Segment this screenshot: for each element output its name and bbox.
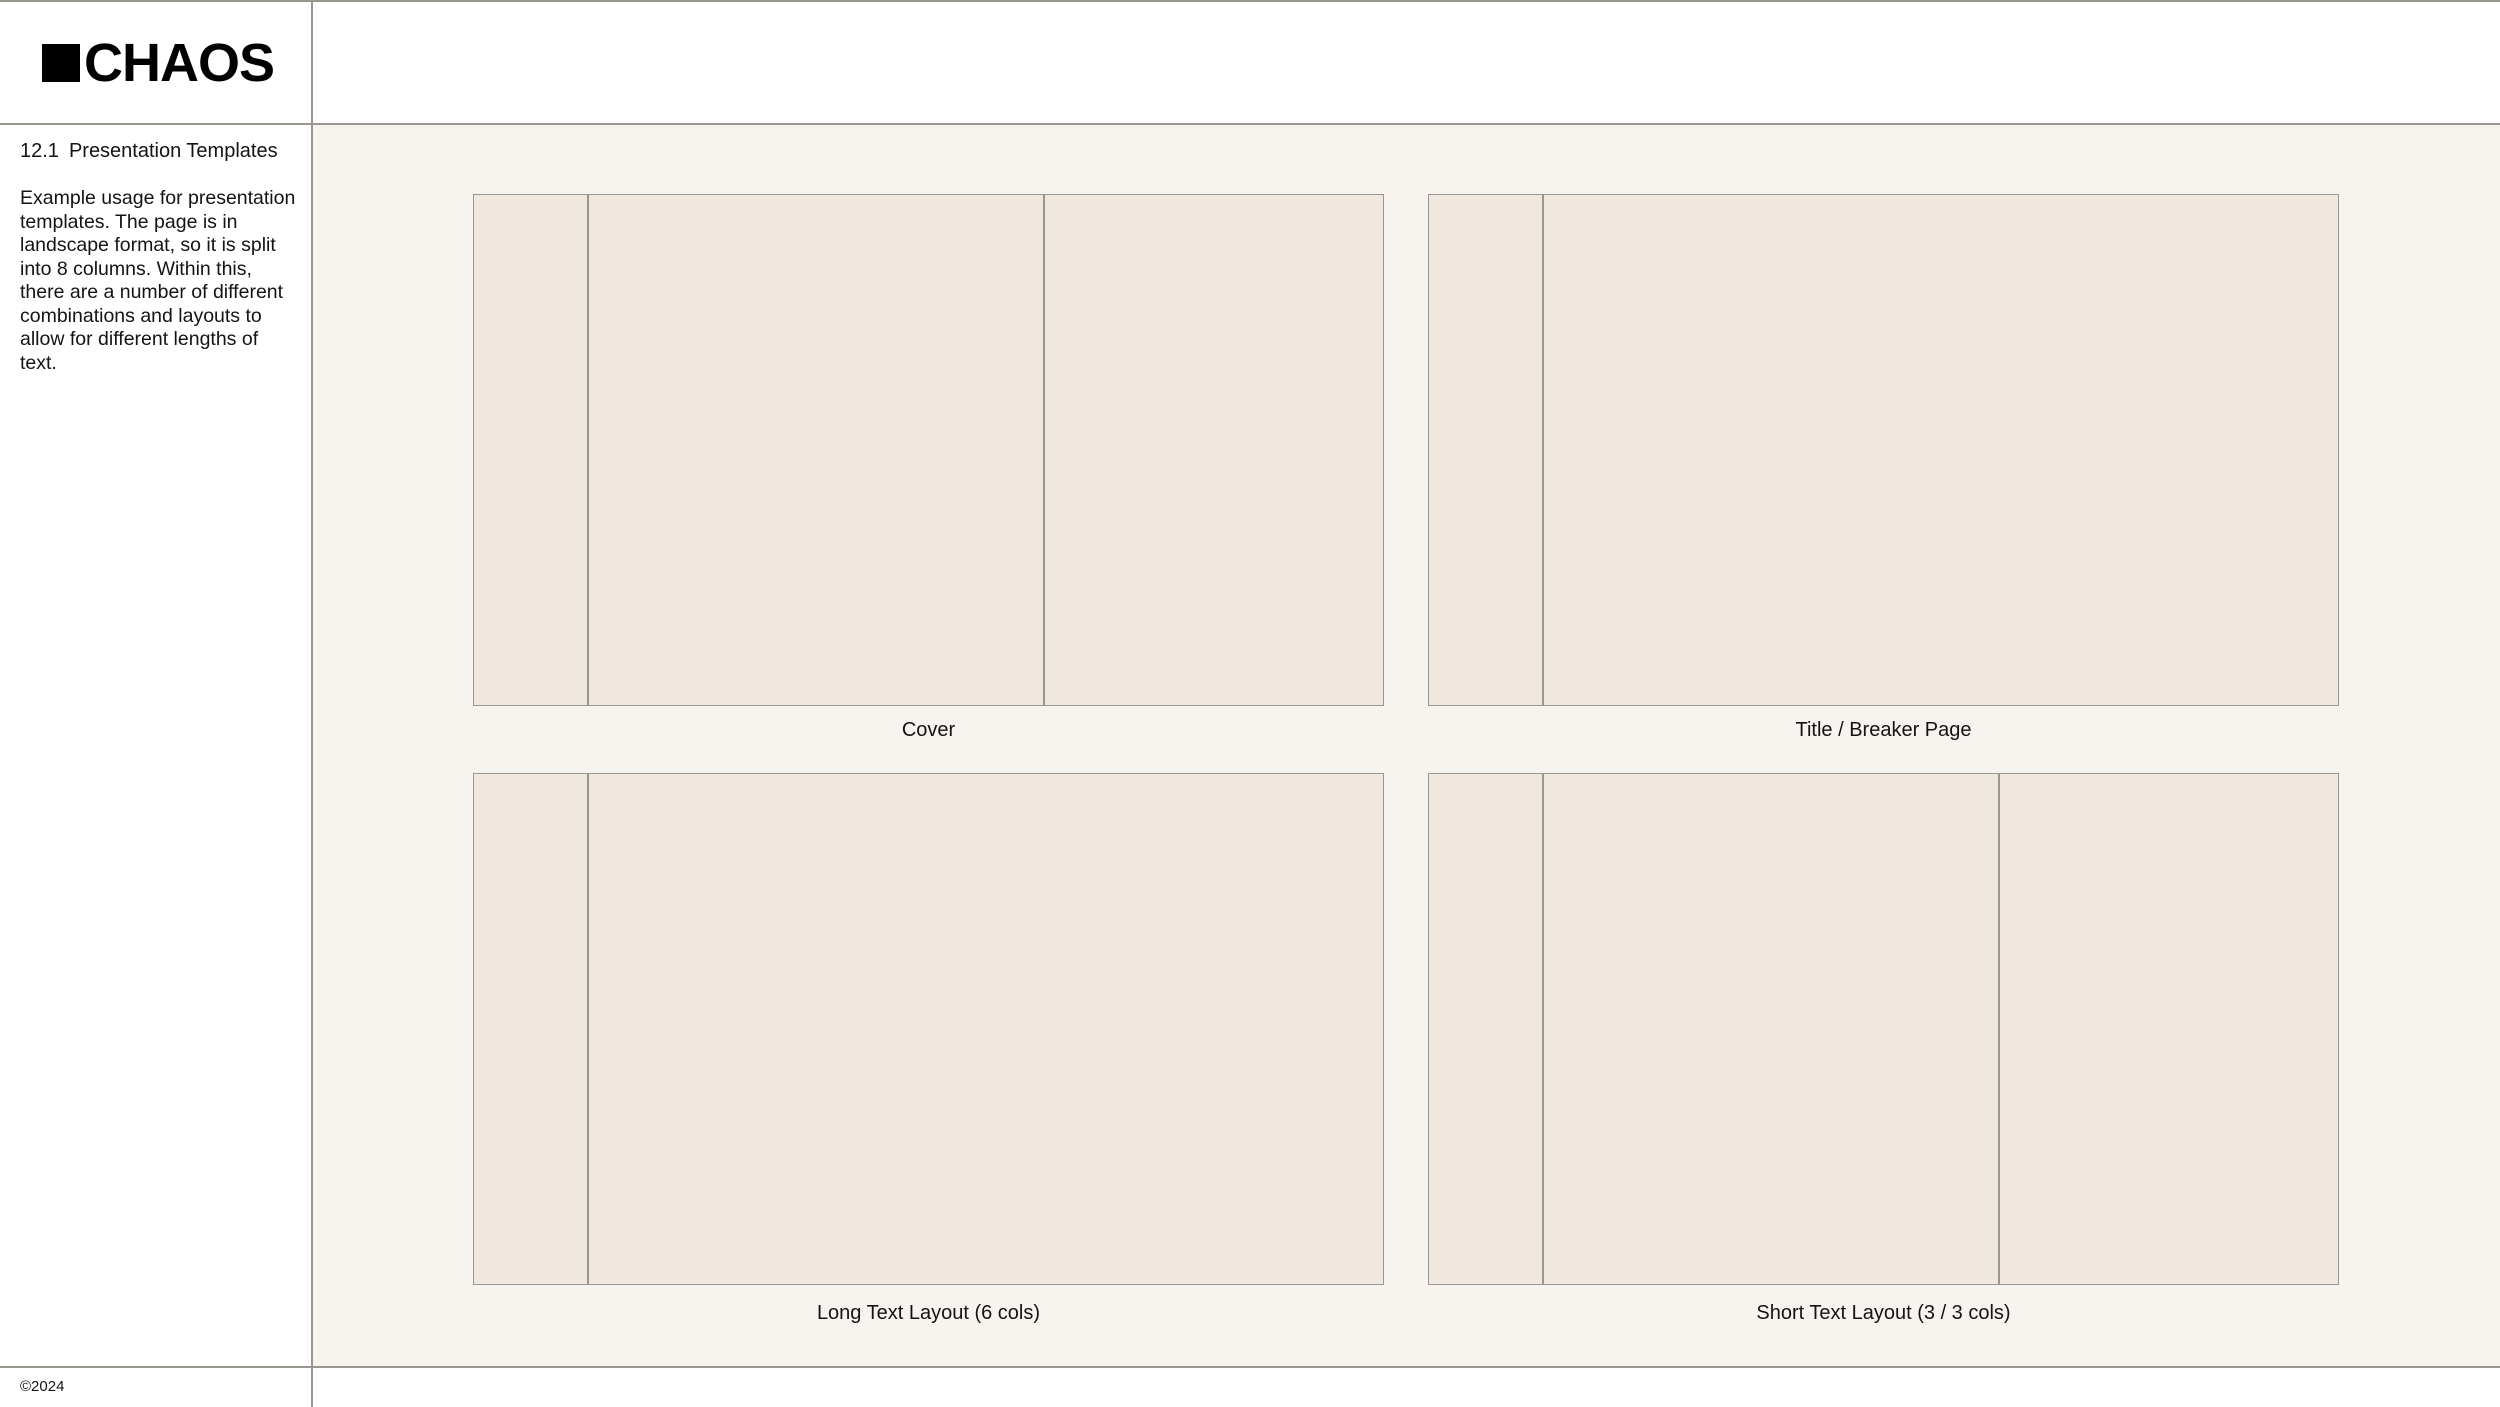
section-description: Example usage for presentation templates… (20, 187, 296, 374)
section-number: 12.1 (20, 140, 59, 162)
template-caption: Short Text Layout (3 / 3 cols) (1756, 1302, 2011, 1324)
template-cover (473, 194, 1384, 706)
section-title: Presentation Templates (68, 140, 278, 162)
column-divider (1542, 774, 1544, 1284)
copyright: ©2024 (20, 1378, 65, 1395)
column-divider (587, 774, 589, 1284)
logo-square-icon (42, 44, 80, 82)
template-caption: Cover (901, 719, 956, 741)
template-short-text (1428, 773, 2339, 1285)
brand-name: CHAOS (84, 33, 275, 93)
template-caption: Long Text Layout (6 cols) (816, 1302, 1041, 1324)
template-panel: Cover Title / Breaker Page Long Text Lay… (313, 125, 2500, 1366)
column-divider (587, 195, 589, 705)
template-long-text (473, 773, 1384, 1285)
template-title-breaker (1428, 194, 2339, 706)
column-divider (1998, 774, 2000, 1284)
template-caption: Title / Breaker Page (1795, 719, 1972, 741)
column-divider (1043, 195, 1045, 705)
section-heading: 12.1 Presentation Templates (20, 139, 278, 163)
top-rule (0, 0, 2500, 2)
column-divider (1542, 195, 1544, 705)
brand-logo: CHAOS (42, 33, 275, 93)
footer-rule (0, 1366, 2500, 1368)
